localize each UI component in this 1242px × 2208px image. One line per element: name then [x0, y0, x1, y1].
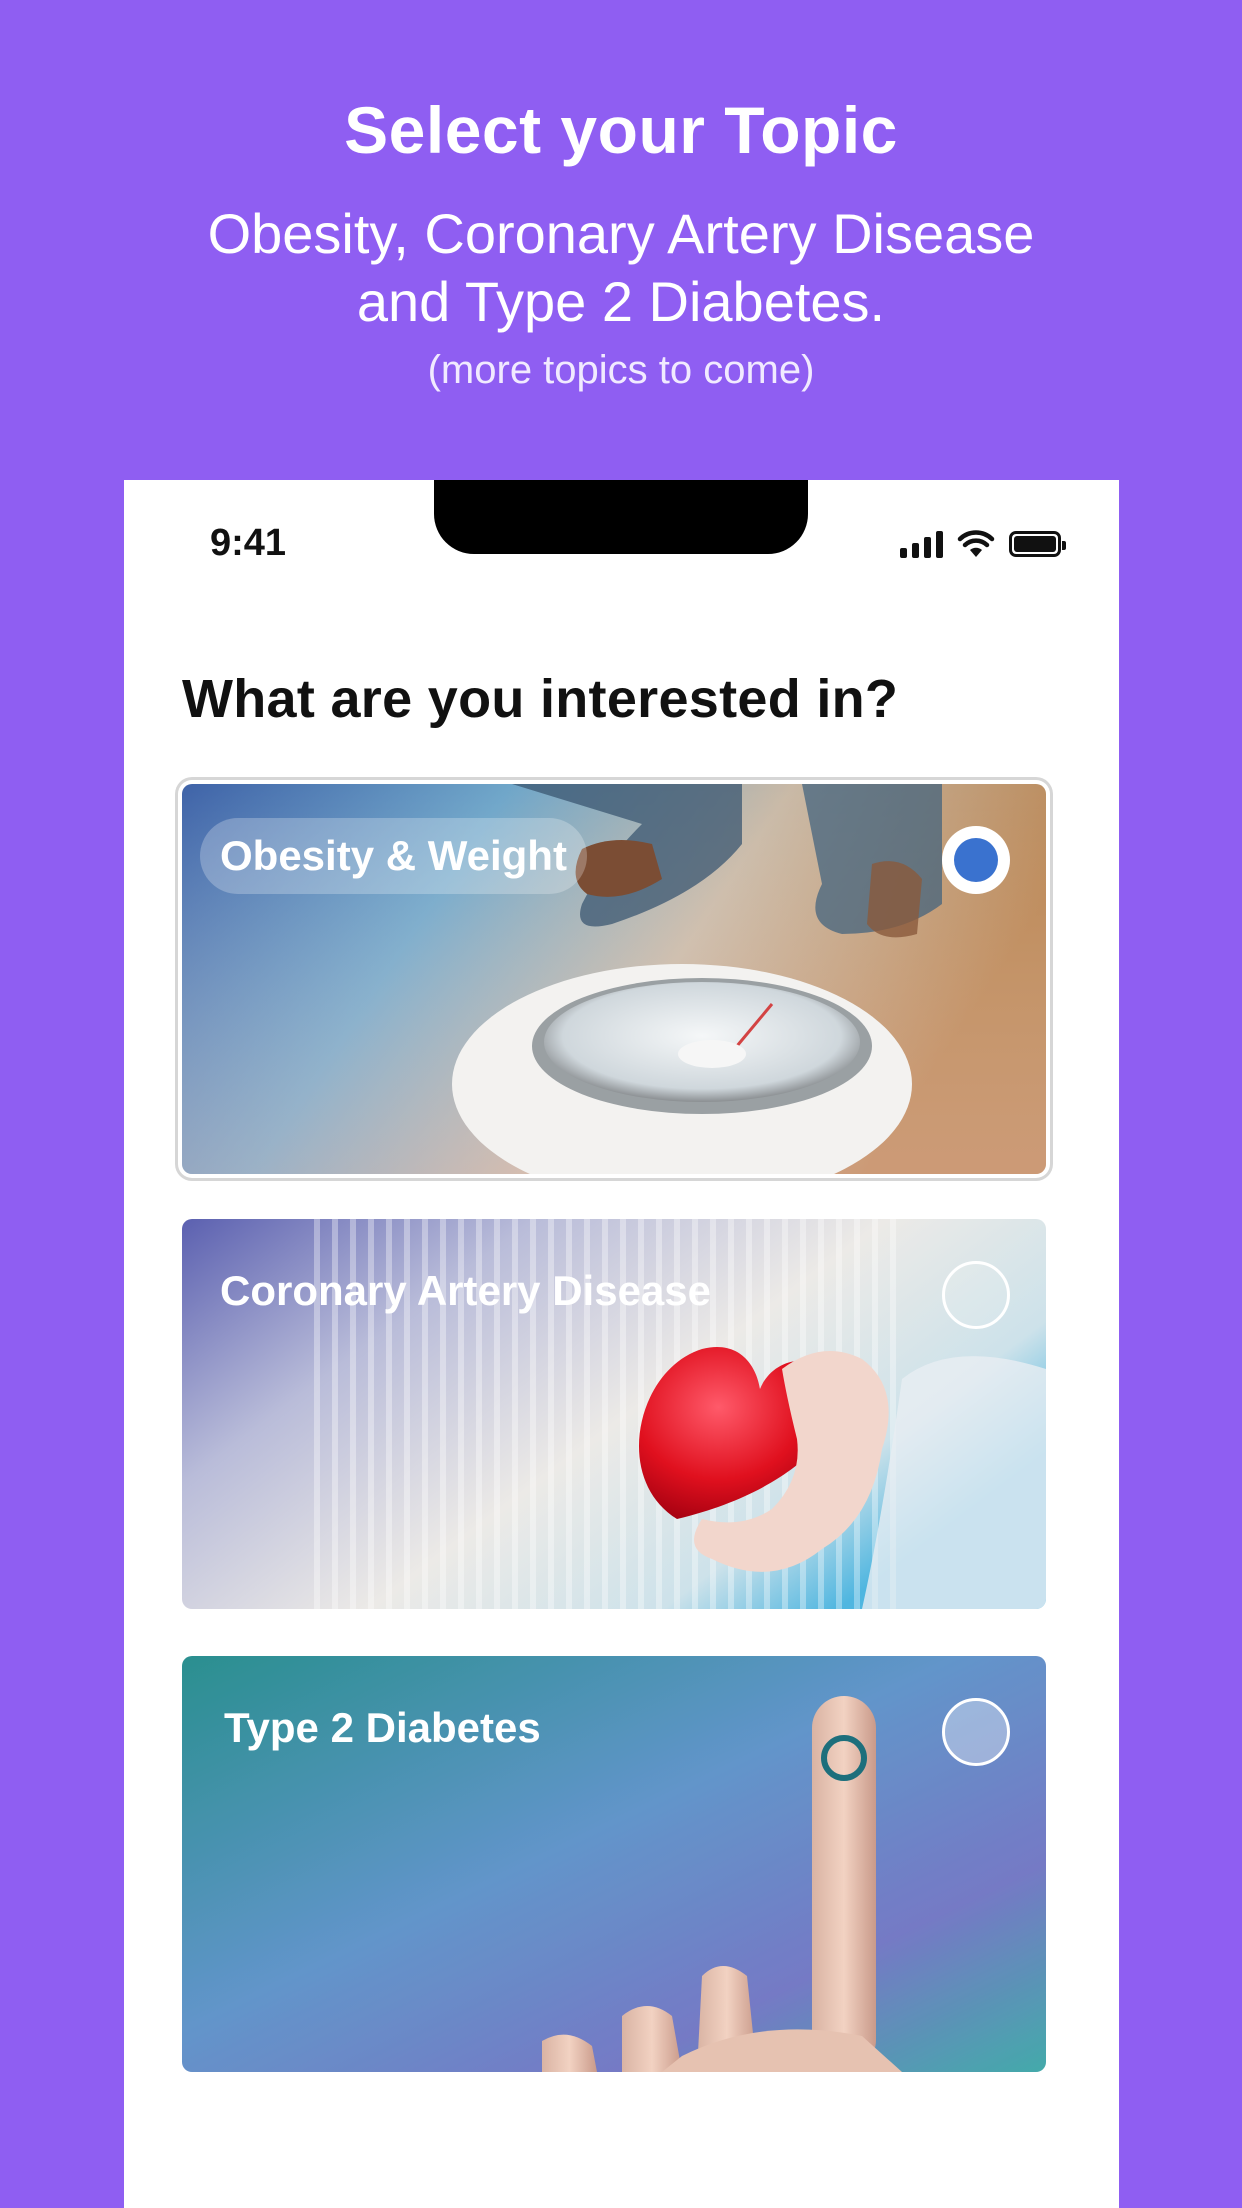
topic-card-coronary[interactable]: Coronary Artery Disease	[182, 1219, 1046, 1609]
topic-label-coronary: Coronary Artery Disease	[220, 1267, 711, 1314]
hero-title: Select your Topic	[344, 93, 898, 167]
battery-icon	[1009, 531, 1066, 557]
radio-unselected-icon[interactable]	[942, 1698, 1010, 1766]
hero-subtitle: Obesity, Coronary Artery Disease and Typ…	[0, 200, 1242, 336]
question-heading: What are you interested in?	[182, 669, 899, 729]
topic-label-obesity: Obesity & Weight	[200, 818, 587, 894]
cellular-signal-icon	[900, 530, 943, 558]
topic-label-diabetes: Type 2 Diabetes	[224, 1704, 541, 1751]
phone-screen: 9:41 What are you interested in? Obesity…	[124, 480, 1119, 2208]
topic-card-obesity[interactable]: Obesity & Weight	[182, 784, 1046, 1174]
radio-unselected-icon[interactable]	[942, 1261, 1010, 1329]
hero-subtitle-line-1: Obesity, Coronary Artery Disease	[207, 202, 1035, 265]
topic-card-diabetes[interactable]: Type 2 Diabetes	[182, 1656, 1046, 2072]
status-icons	[900, 530, 1066, 558]
radio-selected-icon[interactable]	[942, 826, 1010, 894]
hero-subtitle-line-2: and Type 2 Diabetes.	[356, 270, 886, 333]
phone-notch	[434, 480, 808, 554]
hero-note: (more topics to come)	[427, 348, 815, 392]
wifi-icon	[957, 530, 995, 557]
status-time: 9:41	[210, 522, 287, 564]
